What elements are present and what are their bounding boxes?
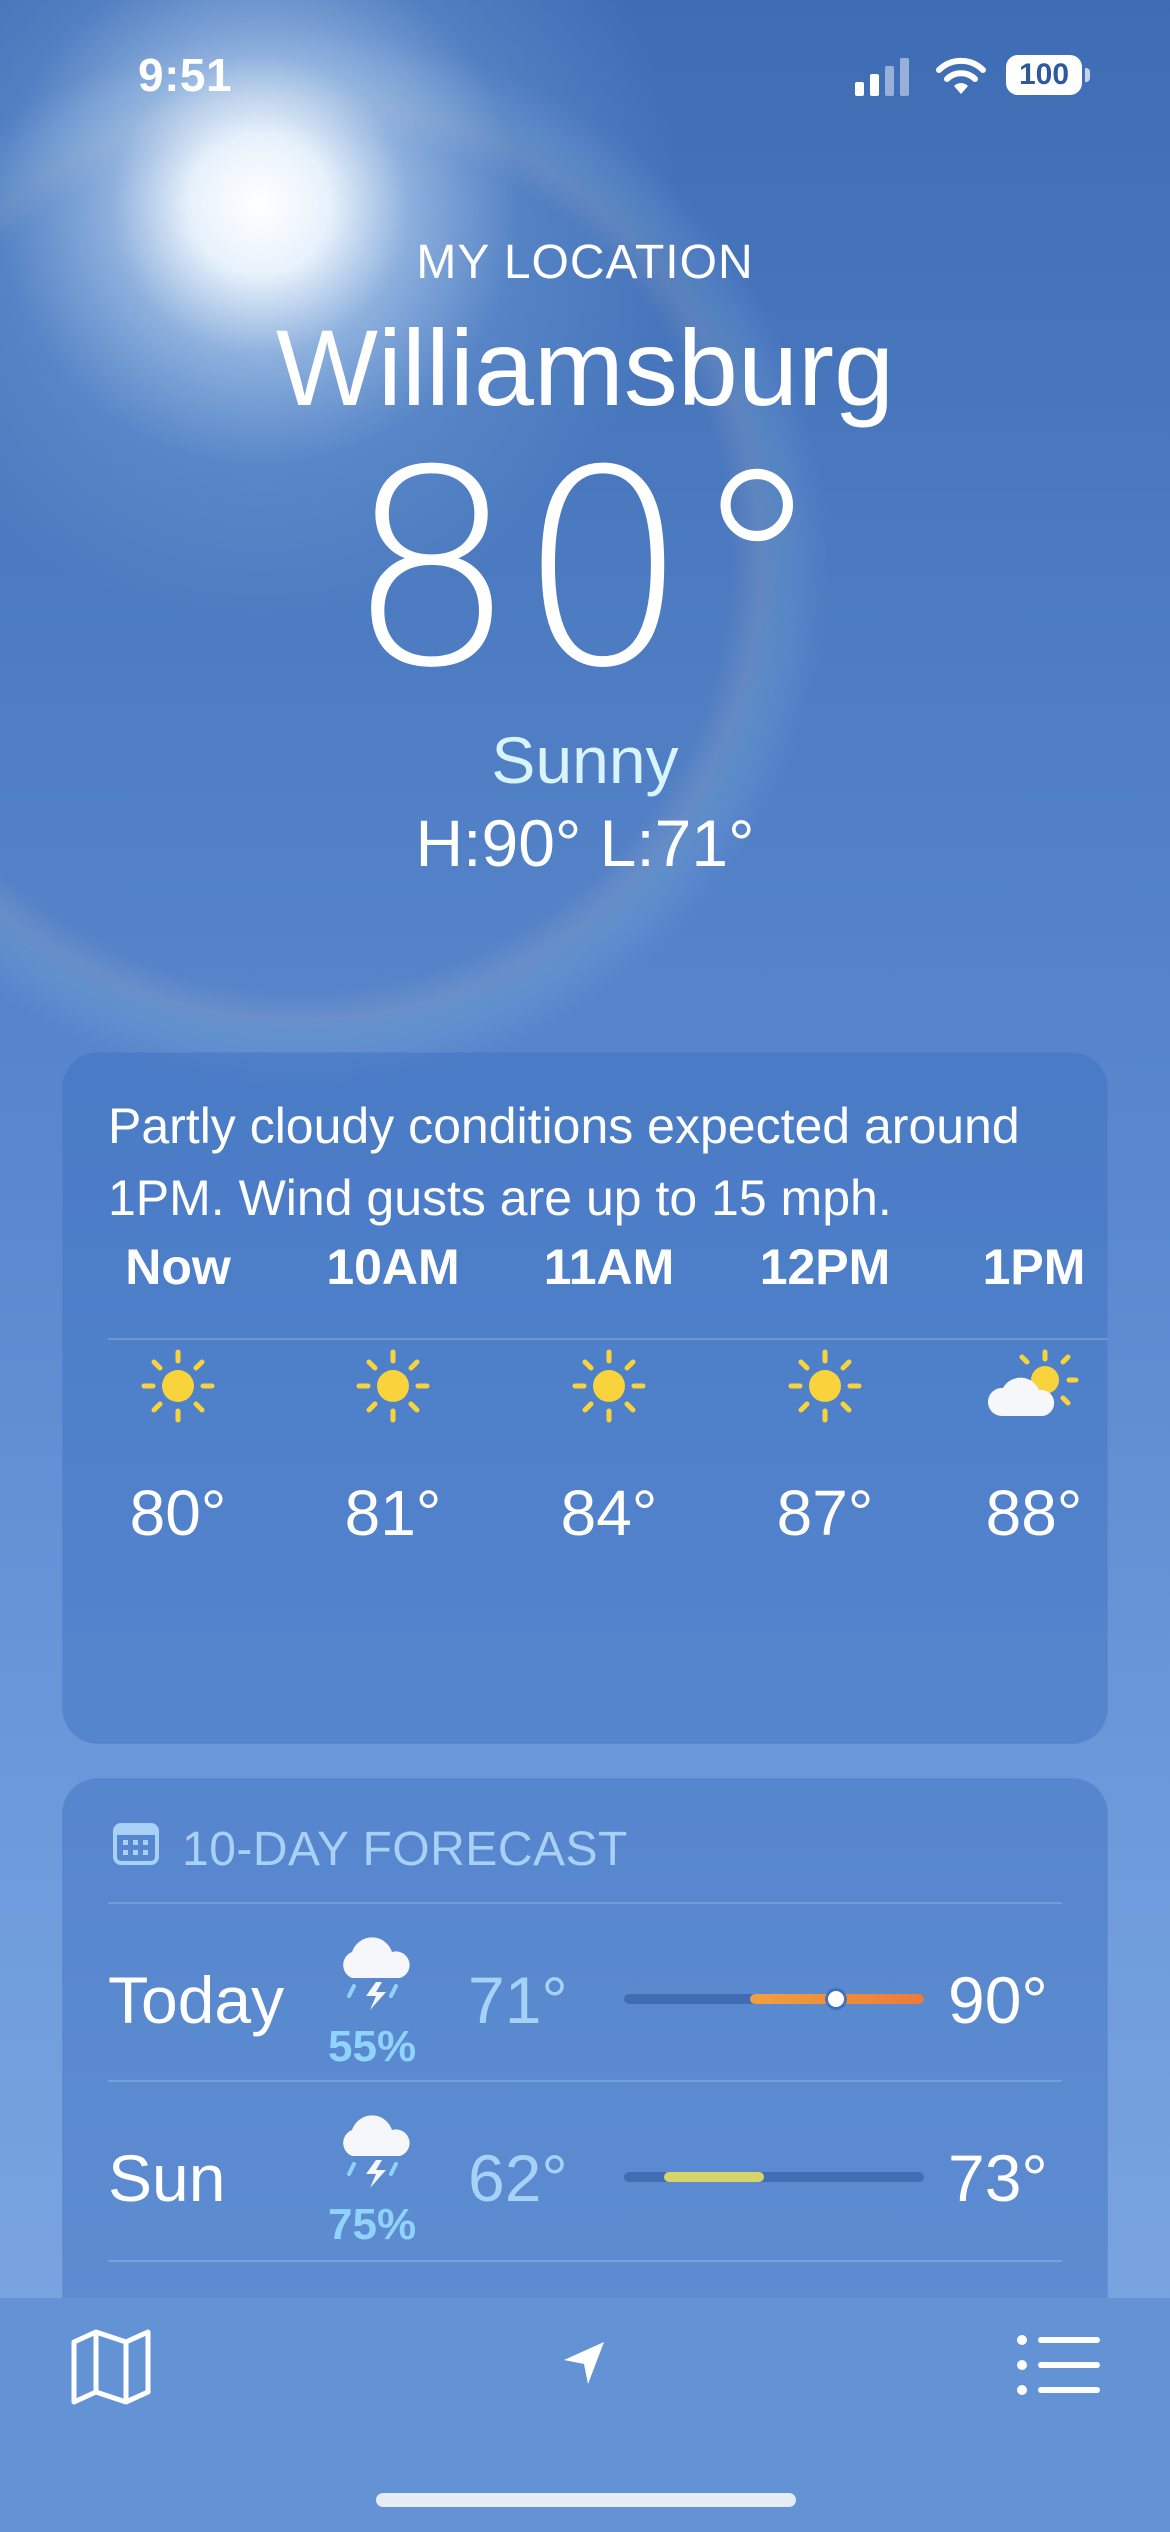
temperature-range-bar: [624, 2172, 924, 2182]
status-time: 9:51: [138, 49, 233, 101]
hour-label: 10AM: [326, 1239, 460, 1295]
sun-icon: [785, 1346, 865, 1431]
card-divider: [108, 1338, 1108, 1340]
current-temperature: 80°: [345, 412, 825, 727]
forecast-high: 73°: [948, 2141, 1048, 2215]
hour-label: Now: [125, 1239, 231, 1295]
forecast-header: 10-DAY FORECAST: [112, 1820, 628, 1878]
forecast-row-today[interactable]: Today 55% 71° 90°: [108, 1904, 1108, 2082]
list-icon[interactable]: [1016, 2332, 1102, 2403]
hour-label: 12PM: [759, 1239, 891, 1295]
precipitation-chance: 55%: [328, 2022, 417, 2071]
current-condition: Sunny: [491, 723, 679, 797]
hourly-forecast-card[interactable]: Partly cloudy conditions expected around…: [62, 1052, 1108, 1744]
forecast-title: 10-DAY FORECAST: [182, 1822, 628, 1876]
hour-item: 10AM 81°: [313, 1238, 473, 1549]
wifi-icon: [935, 56, 987, 101]
partly-cloudy-icon: [979, 1346, 1089, 1431]
forecast-day: Sun: [108, 2141, 226, 2215]
hour-temperature: 87°: [776, 1477, 874, 1549]
cellular-signal-icon: [855, 58, 909, 96]
map-icon[interactable]: [68, 2326, 154, 2411]
hour-temperature: 81°: [344, 1477, 442, 1549]
row-divider: [108, 2260, 1062, 2262]
hour-temperature: 80°: [129, 1477, 227, 1549]
hour-item: 12PM 87°: [745, 1238, 905, 1549]
hour-temperature: 88°: [985, 1477, 1083, 1549]
forecast-low: 62°: [468, 2141, 568, 2215]
hour-item: Now 80°: [98, 1238, 258, 1549]
battery-indicator: 100: [1006, 55, 1090, 95]
forecast-low: 71°: [468, 1963, 568, 2037]
hour-item: 1PM 88°: [954, 1238, 1114, 1549]
high-low-temperature: H:90° L:71°: [415, 806, 755, 880]
sun-icon: [353, 1346, 433, 1431]
location-arrow-icon[interactable]: [560, 2338, 610, 2393]
current-temperature-dot: [828, 1991, 844, 2007]
forecast-high: 90°: [948, 1963, 1048, 2037]
location-label: MY LOCATION: [416, 236, 754, 289]
precipitation-chance: 75%: [328, 2200, 417, 2249]
hour-item: 11AM 84°: [529, 1238, 689, 1549]
hour-temperature: 84°: [560, 1477, 658, 1549]
home-indicator[interactable]: [376, 2493, 796, 2507]
hour-label: 11AM: [543, 1239, 675, 1295]
ten-day-forecast-card[interactable]: 10-DAY FORECAST Today 55% 71° 90° Sun 75…: [62, 1778, 1108, 2338]
thunderstorm-icon: [330, 1934, 420, 2019]
sun-icon: [138, 1346, 218, 1431]
sun-icon: [569, 1346, 649, 1431]
thunderstorm-icon: [330, 2112, 420, 2197]
temperature-range-bar: [624, 1991, 924, 2007]
forecast-row-sun[interactable]: Sun 75% 62° 73°: [108, 2082, 1108, 2260]
status-bar: 9:51 100: [0, 0, 1170, 150]
forecast-day: Today: [108, 1963, 285, 2037]
hour-label: 1PM: [982, 1239, 1086, 1295]
temperature-range-fill: [664, 2172, 764, 2182]
conditions-summary: Partly cloudy conditions expected around…: [108, 1098, 1020, 1226]
calendar-icon: [112, 1820, 160, 1878]
